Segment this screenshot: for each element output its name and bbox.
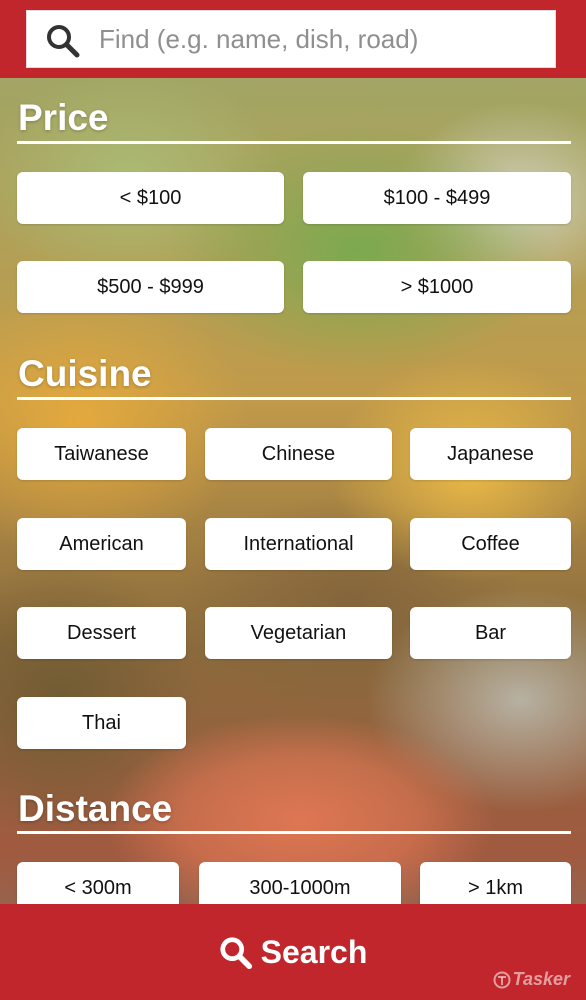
cuisine-option-international[interactable]: International xyxy=(205,518,392,570)
price-option-over-1000[interactable]: > $1000 xyxy=(303,261,571,313)
price-option-under-100[interactable]: < $100 xyxy=(17,172,284,224)
cuisine-divider xyxy=(17,397,571,400)
cuisine-option-american[interactable]: American xyxy=(17,518,186,570)
price-option-100-499[interactable]: $100 - $499 xyxy=(303,172,571,224)
cuisine-option-taiwanese[interactable]: Taiwanese xyxy=(17,428,186,480)
tasker-watermark: Tasker xyxy=(493,969,570,990)
cuisine-option-coffee[interactable]: Coffee xyxy=(410,518,571,570)
bottom-bar: Search Tasker xyxy=(0,904,586,1000)
search-icon xyxy=(47,25,80,58)
search-icon xyxy=(220,937,252,970)
cuisine-option-dessert[interactable]: Dessert xyxy=(17,607,186,659)
price-option-500-999[interactable]: $500 - $999 xyxy=(17,261,284,313)
header-bar xyxy=(0,0,586,78)
watermark-label: Tasker xyxy=(512,969,570,989)
search-input[interactable] xyxy=(99,19,539,59)
cuisine-option-thai[interactable]: Thai xyxy=(17,697,186,749)
tasker-logo-icon xyxy=(493,971,511,988)
cuisine-option-japanese[interactable]: Japanese xyxy=(410,428,571,480)
price-section-title: Price xyxy=(18,97,109,138)
cuisine-option-chinese[interactable]: Chinese xyxy=(205,428,392,480)
price-divider xyxy=(17,141,571,144)
search-button-label: Search xyxy=(260,933,368,970)
distance-divider xyxy=(17,831,571,834)
cuisine-option-vegetarian[interactable]: Vegetarian xyxy=(205,607,392,659)
search-box[interactable] xyxy=(26,10,556,68)
food-background-image xyxy=(0,0,586,1000)
cuisine-section-title: Cuisine xyxy=(18,353,152,394)
cuisine-option-bar[interactable]: Bar xyxy=(410,607,571,659)
distance-section-title: Distance xyxy=(18,788,173,829)
